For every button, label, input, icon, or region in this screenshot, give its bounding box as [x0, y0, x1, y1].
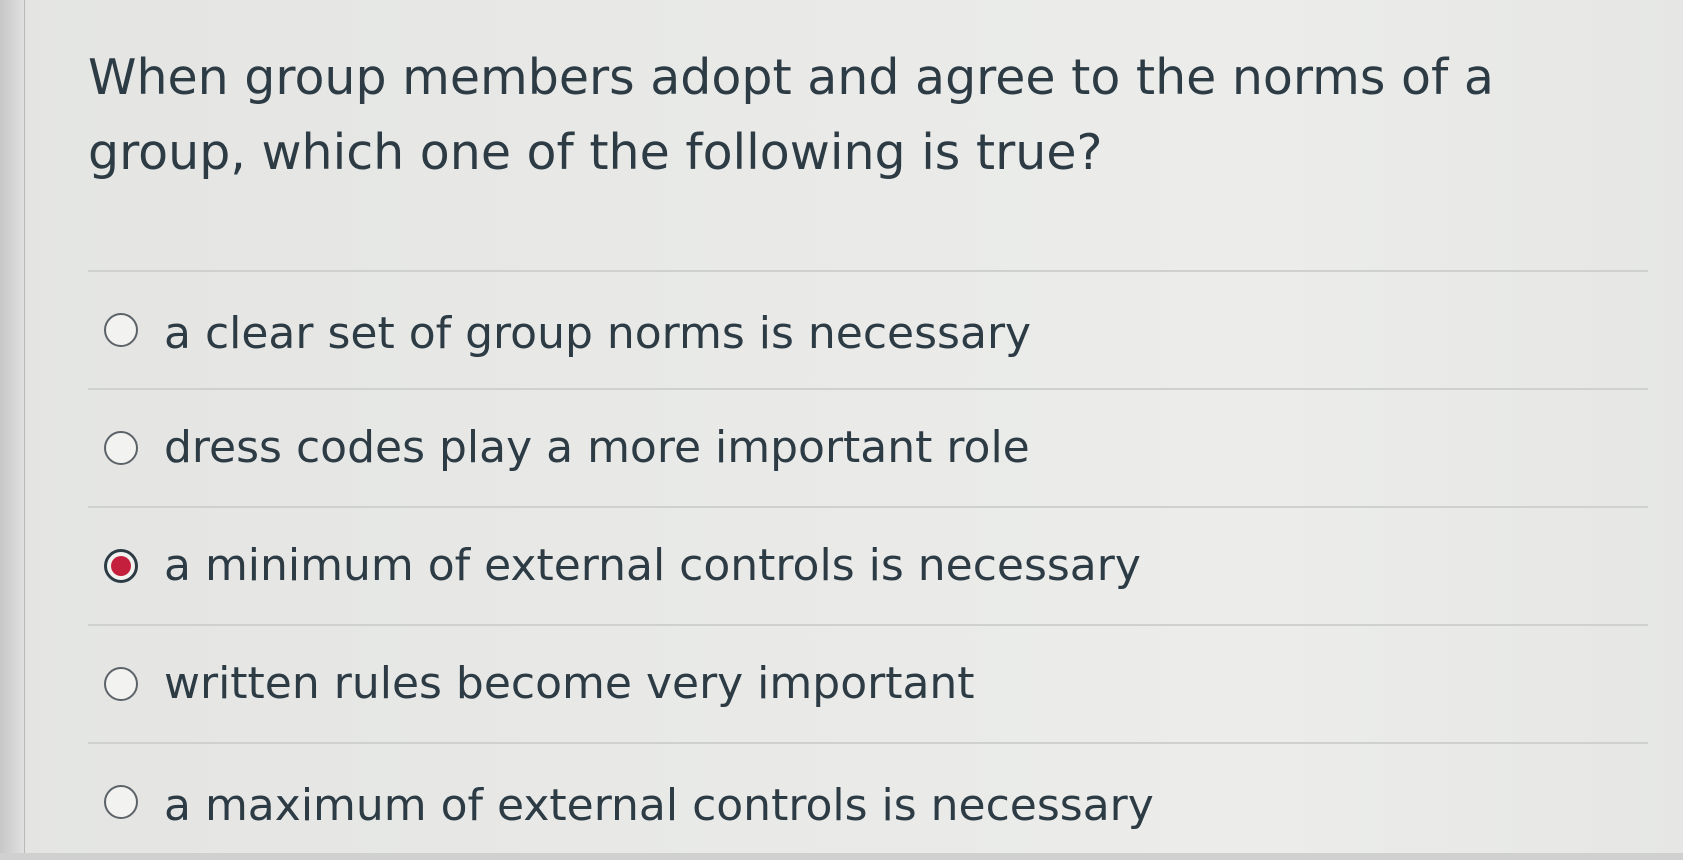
radio-button-2[interactable]	[104, 431, 138, 465]
answer-option-2[interactable]: dress codes play a more important role	[88, 390, 1648, 506]
radio-button-1[interactable]	[104, 313, 138, 347]
answer-option-3[interactable]: a minimum of external controls is necess…	[88, 508, 1648, 624]
answer-label-4: written rules become very important	[164, 658, 975, 709]
answer-label-3: a minimum of external controls is necess…	[164, 540, 1141, 591]
question-text: When group members adopt and agree to th…	[88, 49, 1494, 181]
quiz-page: When group members adopt and agree to th…	[0, 0, 1683, 853]
answer-label-2: dress codes play a more important role	[164, 422, 1030, 473]
page-left-edge	[0, 0, 25, 853]
radio-button-5[interactable]	[104, 785, 138, 819]
answer-list: a clear set of group norms is necessary …	[88, 270, 1648, 860]
answer-option-4[interactable]: written rules become very important	[88, 626, 1648, 742]
radio-button-4[interactable]	[104, 667, 138, 701]
answer-label-1: a clear set of group norms is necessary	[164, 308, 1032, 359]
answer-option-1[interactable]: a clear set of group norms is necessary	[88, 272, 1648, 388]
radio-dot-icon	[111, 556, 131, 576]
radio-button-3[interactable]	[104, 549, 138, 583]
answer-option-5[interactable]: a maximum of external controls is necess…	[88, 744, 1648, 860]
answer-label-5: a maximum of external controls is necess…	[164, 780, 1154, 831]
